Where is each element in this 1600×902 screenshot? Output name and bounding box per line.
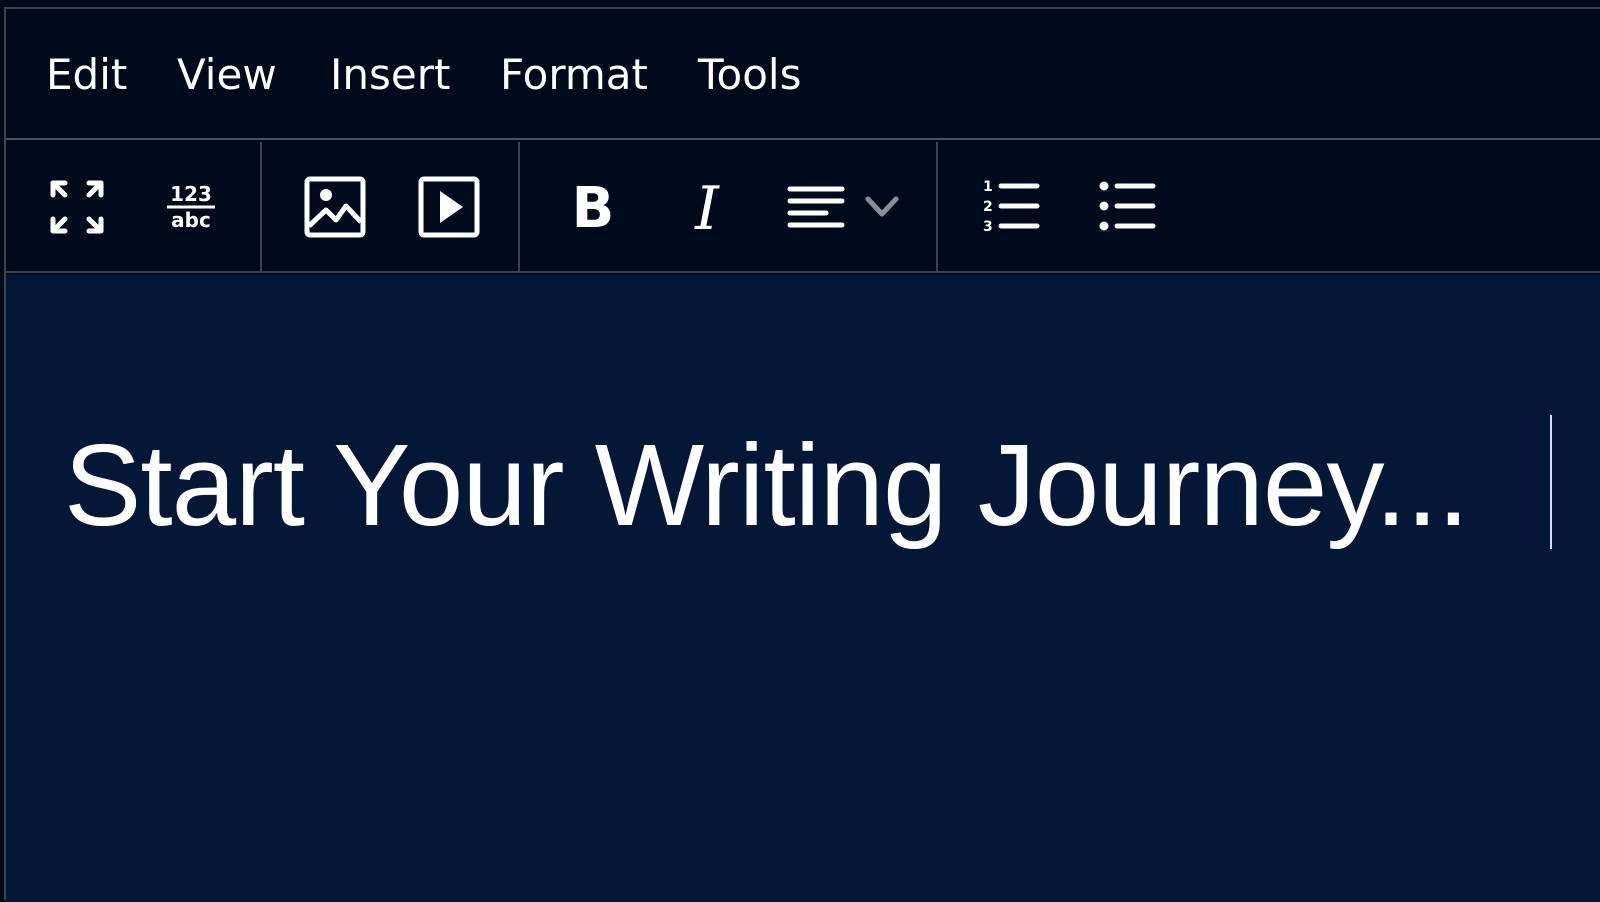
bold-glyph: B [572,177,615,237]
menu-tools[interactable]: Tools [698,49,801,101]
image-icon [304,176,366,238]
list-number: 1 [983,179,993,195]
insert-image-button[interactable] [300,172,370,242]
italic-button[interactable]: I [672,172,742,242]
word-count-button[interactable]: 123 abc [156,172,226,242]
word-count-bottom-text: abc [171,208,211,232]
toolbar: 123 abc B I 1 2 3 [6,142,1600,273]
toolbar-divider [518,142,520,271]
media-icon [418,176,480,238]
chevron-down-icon [865,196,899,217]
word-count-icon: 123 abc [167,182,215,232]
menu-bar: Edit View Insert Format Tools [6,9,1600,140]
italic-icon: I [694,177,720,237]
menu-insert[interactable]: Insert [330,49,450,101]
numbered-list-button[interactable]: 1 2 3 [976,172,1046,242]
bold-icon: B [572,177,615,237]
list-number: 2 [983,199,993,215]
menu-format[interactable]: Format [500,49,648,101]
text-caret [1550,415,1552,549]
fullscreen-icon [50,180,104,234]
editor-window: Edit View Insert Format Tools 123 abc B … [4,7,1600,902]
menu-view[interactable]: View [177,49,277,101]
menu-edit[interactable]: Edit [46,49,127,101]
align-left-icon [787,186,845,228]
bullet-list-button[interactable] [1092,172,1162,242]
numbered-list-icon: 1 2 3 [983,179,1040,235]
bullet-list-icon [1099,181,1156,231]
list-number: 3 [983,219,993,235]
toolbar-divider [936,142,938,271]
document-text[interactable]: Start Your Writing Journey... [64,415,1470,555]
fullscreen-button[interactable] [42,172,112,242]
editor-content[interactable]: Start Your Writing Journey... [6,275,1600,902]
word-count-top-text: 123 [170,182,212,206]
bold-button[interactable]: B [558,172,628,242]
align-dropdown[interactable] [786,172,906,242]
italic-glyph: I [694,177,720,237]
toolbar-divider [260,142,262,271]
insert-media-button[interactable] [414,172,484,242]
